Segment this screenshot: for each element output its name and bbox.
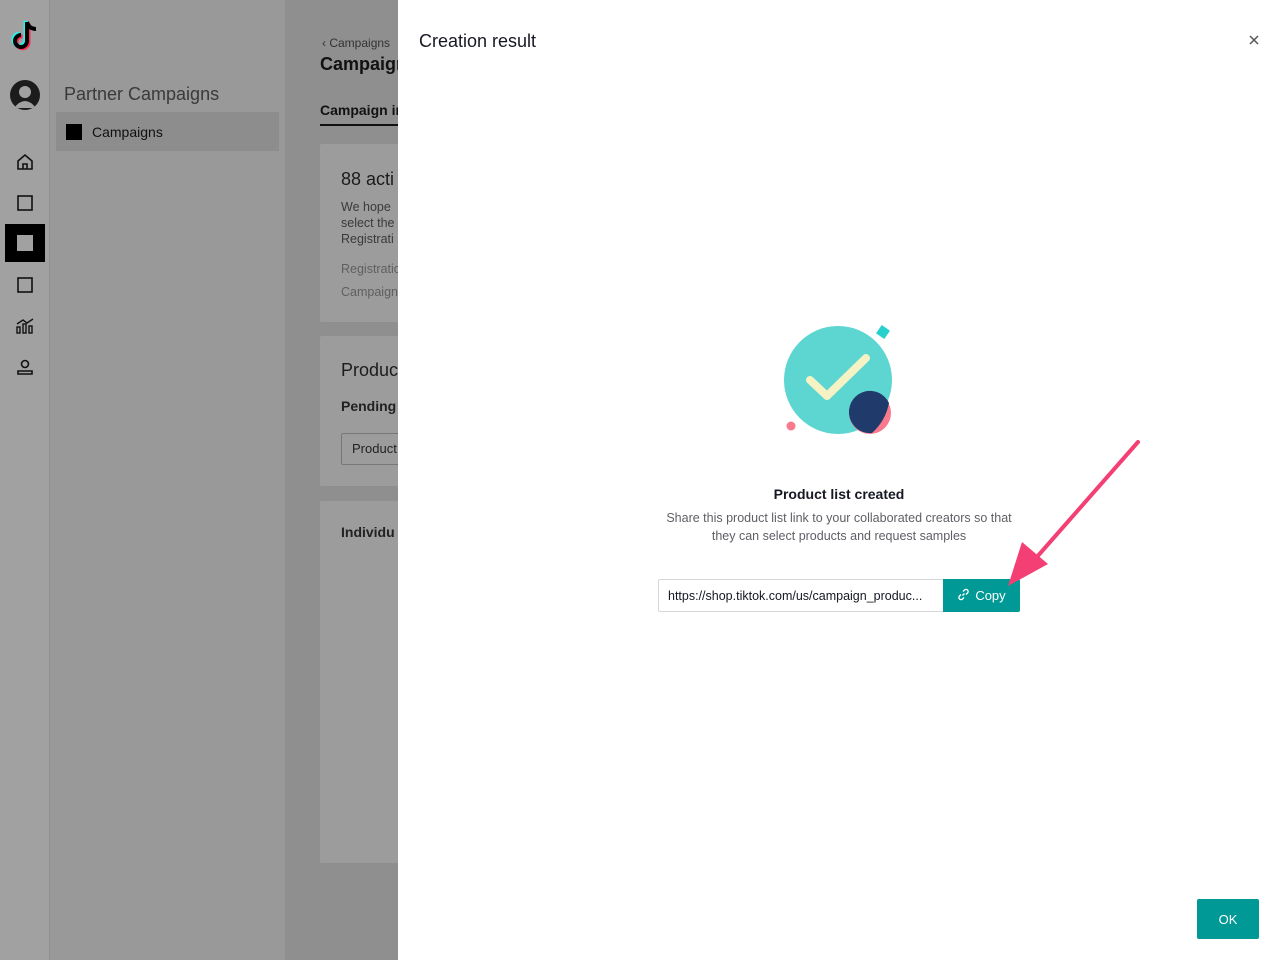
- individual-card: Individu: [320, 501, 398, 863]
- result-description: Share this product list link to your col…: [666, 511, 1012, 543]
- avatar[interactable]: [10, 80, 40, 110]
- copy-button[interactable]: Copy: [943, 579, 1020, 612]
- square-icon[interactable]: [5, 184, 45, 222]
- close-icon[interactable]: [1246, 32, 1262, 48]
- campaigns-icon[interactable]: [5, 224, 45, 262]
- card-heading: Produc: [341, 360, 398, 380]
- sidebar-item-campaigns[interactable]: Campaigns: [56, 112, 279, 151]
- main-content: ‹ Campaigns Campaign Campaign in 88 acti…: [285, 0, 398, 960]
- campaigns-square-icon: [66, 123, 82, 140]
- card-heading: 88 acti: [341, 169, 395, 189]
- card-text-line: select the: [341, 216, 395, 230]
- card-meta: Registratio: [341, 262, 398, 276]
- drawer-title: Creation result: [419, 31, 537, 51]
- page-title: Campaign: [320, 54, 398, 74]
- tiktok-logo-icon[interactable]: [8, 18, 42, 54]
- card-heading: Individu: [341, 524, 395, 540]
- products-card: Produc Pending Product: [320, 336, 398, 486]
- sidebar-item-label: Campaigns: [92, 123, 163, 140]
- card-text-line: Registrati: [341, 232, 394, 246]
- card-subheading: Pending: [341, 398, 397, 414]
- campaign-summary-card: 88 acti We hope select the Registrati Re…: [320, 144, 398, 322]
- breadcrumb[interactable]: ‹ Campaigns: [322, 36, 390, 50]
- card-text-line: We hope: [341, 200, 391, 214]
- result-title: Product list created: [773, 486, 905, 502]
- home-icon[interactable]: [5, 143, 45, 181]
- link-copy-row: Copy: [658, 579, 1020, 612]
- secondary-sidebar: Partner Campaigns Campaigns: [50, 0, 285, 960]
- product-list-link-input[interactable]: [658, 579, 943, 612]
- card-meta: Campaign: [341, 285, 398, 299]
- link-icon: [957, 588, 970, 604]
- account-icon[interactable]: [5, 348, 45, 386]
- sidebar-title: Partner Campaigns: [64, 84, 220, 104]
- success-illustration: [783, 322, 903, 440]
- analytics-icon[interactable]: [5, 307, 45, 345]
- tab-campaign-info[interactable]: Campaign in: [320, 102, 398, 126]
- left-icon-rail: [0, 0, 50, 960]
- creation-result-drawer: Creation result Product list created Sha…: [398, 0, 1280, 960]
- copy-label: Copy: [975, 588, 1006, 603]
- ok-button[interactable]: OK: [1197, 899, 1259, 939]
- product-filter-field[interactable]: Product: [341, 433, 398, 465]
- square-icon[interactable]: [5, 266, 45, 304]
